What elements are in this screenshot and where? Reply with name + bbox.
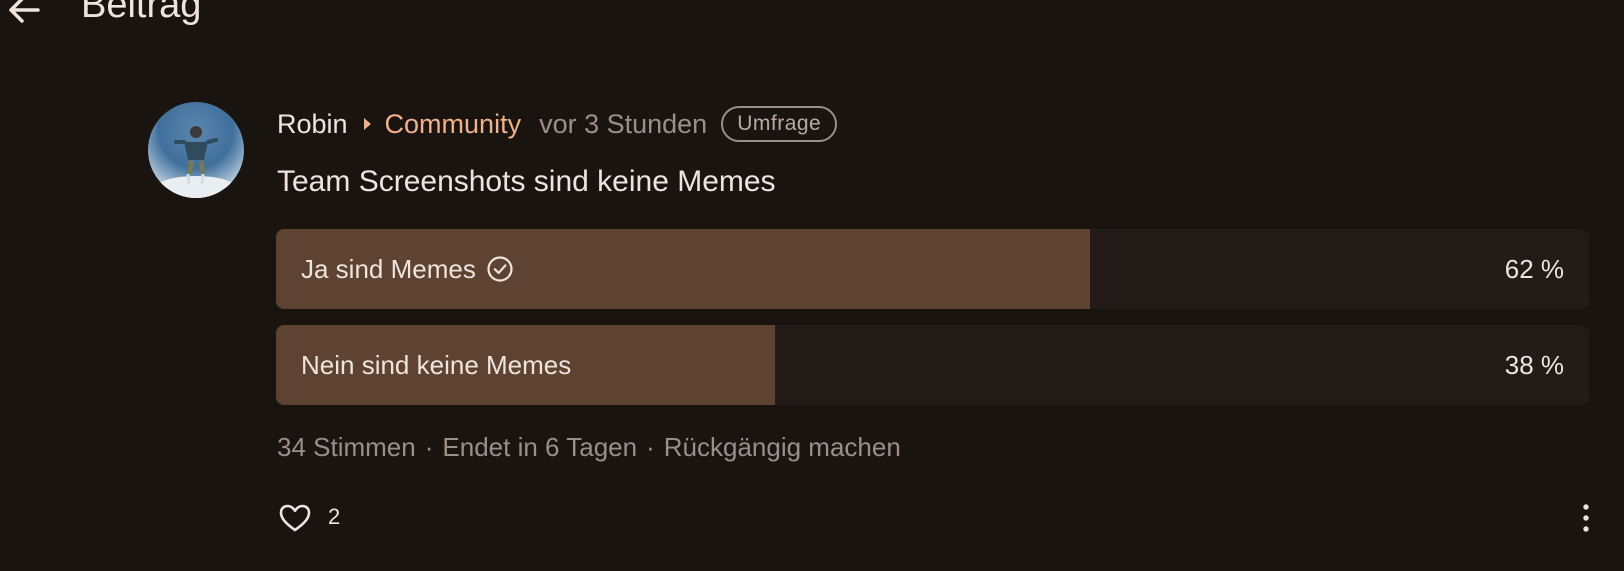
poll-option-text: Ja sind Memes: [301, 253, 476, 284]
post-title: Team Screenshots sind keine Memes: [277, 165, 776, 198]
more-vertical-icon[interactable]: [1576, 500, 1596, 536]
poll-option-2[interactable]: Nein sind keine Memes 38 %: [276, 325, 1589, 405]
post-time: vor 3 Stunden: [539, 108, 708, 139]
poll-option-label: Nein sind keine Memes: [301, 325, 571, 405]
poll-footer: 34 Stimmen · Endet in 6 Tagen · Rückgäng…: [277, 432, 901, 463]
poll-option-label: Ja sind Memes: [301, 229, 514, 309]
poll-option-text: Nein sind keine Memes: [301, 349, 572, 380]
heart-icon[interactable]: [277, 500, 313, 536]
check-circle-icon: [487, 256, 513, 282]
community-link[interactable]: Community: [385, 109, 522, 140]
author-name[interactable]: Robin: [277, 109, 348, 140]
poll-end-time: Endet in 6 Tagen: [442, 432, 638, 462]
separator: ·: [424, 432, 434, 462]
vote-count: 34 Stimmen: [277, 432, 416, 462]
page-title: Beitrag: [81, 0, 202, 26]
poll-percent: 62 %: [1504, 253, 1564, 284]
avatar[interactable]: [148, 102, 244, 198]
arrow-left-icon[interactable]: [4, 0, 44, 30]
poll-badge: Umfrage: [721, 106, 838, 142]
post-page: Beitrag Robin Community vor 3 Stunden Um…: [0, 0, 1624, 571]
like-count: 2: [328, 504, 341, 529]
avatar-image: [156, 126, 236, 198]
undo-vote-link[interactable]: Rückgängig machen: [664, 432, 901, 463]
post-meta: Robin Community vor 3 Stunden Umfrage: [277, 104, 838, 144]
poll-percent: 38 %: [1504, 349, 1564, 380]
poll-option-1[interactable]: Ja sind Memes 62 %: [276, 229, 1589, 309]
caret-right-icon: [363, 118, 371, 130]
separator: ·: [646, 432, 655, 462]
